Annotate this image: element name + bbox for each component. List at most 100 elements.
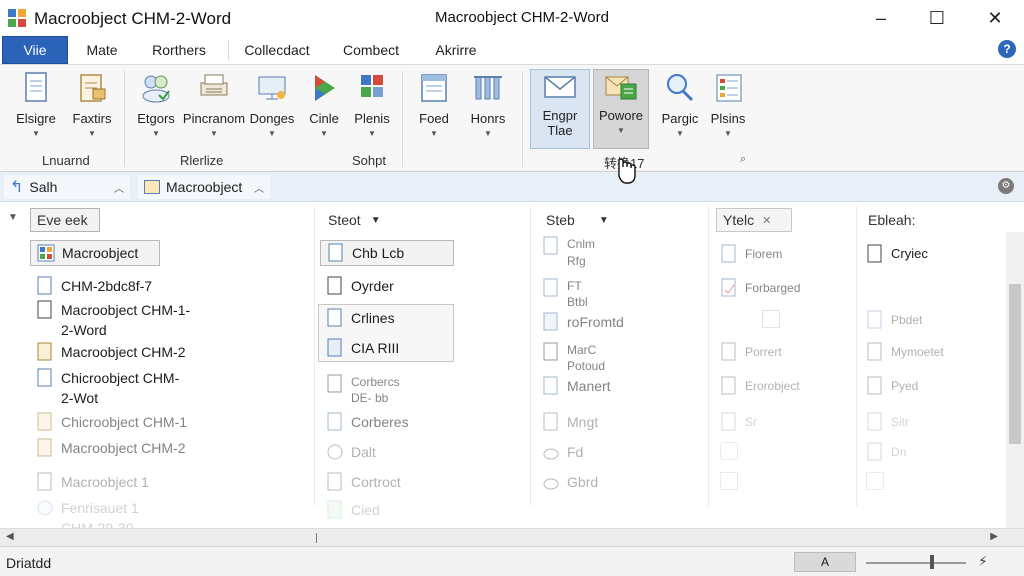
list-item[interactable]: Cied — [326, 500, 380, 520]
status-text: Driatdd — [6, 555, 52, 571]
vertical-scrollbar[interactable] — [1006, 232, 1024, 528]
ribbon-button-faxtirs[interactable]: Faxtirs ▼ — [64, 69, 120, 149]
list-item[interactable]: Macroobject CHM-1- 2-Word — [36, 300, 190, 340]
list-item[interactable]: Fenrisauet 1 CHM-29-30 — [36, 498, 139, 528]
list-item[interactable]: CIA RIII — [326, 338, 399, 358]
ribbon-button-elsigre[interactable]: Elsigre ▼ — [8, 69, 64, 149]
list-item[interactable]: Cnlm Rfg — [542, 236, 595, 270]
checkbox[interactable] — [762, 310, 780, 328]
horizontal-scrollbar[interactable]: ◀ ▶ — [0, 528, 1024, 546]
list-item[interactable]: Pbdet — [866, 310, 922, 330]
ribbon-button-foed[interactable]: Foed ▼ — [406, 69, 462, 149]
list-item[interactable]: Macroobject CHM-2 — [36, 438, 185, 458]
list-item[interactable]: Chicroobject CHM-1 — [36, 412, 187, 432]
list-item[interactable]: Porrert — [720, 342, 782, 362]
list-item[interactable]: Chicroobject CHM- 2-Wot — [36, 368, 179, 408]
list-item[interactable]: MarC Potoud — [542, 342, 605, 374]
group-label-1: Lnuarnd — [42, 153, 90, 168]
cloud-icon — [543, 448, 559, 460]
column-header-3[interactable]: Steb ▼ — [546, 208, 609, 232]
globe-icon — [37, 500, 53, 516]
zoom-slider[interactable] — [866, 562, 966, 564]
zoom-slider-thumb[interactable] — [930, 555, 934, 569]
document-icon — [867, 376, 882, 395]
list-item[interactable]: Fd — [542, 442, 583, 462]
scroll-right-icon[interactable]: ▶ — [990, 531, 998, 542]
app-file-icon — [37, 244, 55, 262]
list-item[interactable]: Cryiec — [866, 244, 928, 264]
ribbon-button-honrs[interactable]: Honrs ▼ — [460, 69, 516, 149]
list-item[interactable]: Macroobject 1 — [36, 472, 149, 492]
list-item[interactable]: Erorobject — [720, 376, 800, 396]
document-icon — [867, 244, 882, 263]
tab-rorthers[interactable]: Rorthers — [140, 36, 218, 64]
document-icon — [543, 236, 558, 255]
list-item[interactable]: Fiorem — [720, 244, 782, 264]
list-item[interactable]: Sr — [720, 412, 757, 432]
list-item[interactable]: Crlines — [326, 308, 395, 328]
list-item[interactable]: Oyrder — [326, 276, 394, 296]
list-item[interactable]: Corbercs DE- bb — [326, 374, 400, 406]
list-item[interactable]: Mymoetet — [866, 342, 944, 362]
breadcrumb-item-macroobject[interactable]: Macroobject ︿ — [138, 175, 270, 199]
list-item[interactable]: Manert — [542, 376, 611, 396]
zoom-icon[interactable]: ⚡ — [978, 553, 988, 570]
column-header-2[interactable]: Steot ▼ — [328, 208, 381, 232]
list-item[interactable]: CHM-2bdc8f-7 — [36, 276, 152, 296]
list-item[interactable]: roFromtd — [542, 312, 624, 332]
ribbon-button-etgors[interactable]: Etgors ▼ — [128, 69, 184, 149]
title-bar: Macroobject CHM-2-Word Macroobject CHM-2… — [0, 0, 1024, 36]
file-list: ▼ Eve eek Steot ▼ Steb ▼ Ytelc ✕ Ebleah: Ma… — [0, 202, 1024, 528]
list-item[interactable]: Gbrd — [542, 472, 598, 492]
window-title: Macroobject CHM-2-Word — [34, 9, 232, 28]
group-launcher-icon[interactable]: ⌕ — [740, 153, 746, 166]
tab-file[interactable]: Viie — [2, 36, 68, 64]
chevron-up-icon: ︿ — [254, 183, 264, 195]
help-icon[interactable]: ? — [998, 40, 1016, 58]
column-header-5[interactable]: Ebleah: — [868, 208, 915, 232]
list-item[interactable]: Mngt — [542, 412, 598, 432]
list-item[interactable]: Sitr — [866, 412, 909, 432]
minimize-button[interactable]: – — [866, 6, 896, 30]
list-item[interactable]: Dn — [866, 442, 906, 462]
document-icon — [866, 472, 884, 490]
list-item[interactable]: Dalt — [326, 442, 376, 462]
tab-mate[interactable]: Mate — [74, 36, 130, 64]
ribbon-button-plenis[interactable]: Plenis ▼ — [344, 69, 400, 149]
list-item[interactable]: Cortroct — [326, 472, 401, 492]
column-header-1[interactable]: Eve eek — [30, 208, 100, 232]
maximize-button[interactable]: ☐ — [922, 6, 952, 30]
settings-icon[interactable]: ⚙ — [998, 178, 1014, 194]
column-header-4[interactable]: Ytelc ✕ — [716, 208, 792, 232]
list-item[interactable]: Pyed — [866, 376, 918, 396]
convert-icon — [605, 76, 637, 100]
tab-combect[interactable]: Combect — [330, 36, 412, 64]
view-mode-button[interactable]: A — [794, 552, 856, 572]
list-item[interactable]: Macroobject CHM-2 — [36, 342, 185, 362]
folder-icon — [720, 442, 738, 460]
column-menu-icon[interactable]: ▼ — [8, 212, 18, 223]
scroll-left-icon[interactable]: ◀ — [6, 531, 14, 542]
list-item[interactable]: Corberes — [326, 412, 409, 432]
tab-akrirre[interactable]: Akrirre — [420, 36, 492, 64]
list-icon — [716, 74, 742, 102]
breadcrumb-item-salh[interactable]: ↰ Salh ︿ — [4, 175, 130, 199]
monitor-icon — [258, 76, 286, 100]
ribbon-button-plsins[interactable]: Plsins ▼ — [700, 69, 756, 149]
list-item[interactable]: Chb Lcb — [320, 240, 454, 266]
tab-collecdact[interactable]: Collecdact — [232, 36, 322, 64]
magnifier-icon — [667, 74, 694, 102]
list-item[interactable]: Macroobject — [30, 240, 160, 266]
scrollbar-grip[interactable] — [316, 533, 317, 543]
ribbon-button-engpr[interactable]: Engpr Tlae — [530, 69, 590, 149]
document-icon — [328, 243, 343, 262]
ribbon-button-pincranom[interactable]: Pincranom ▼ — [182, 69, 246, 149]
close-button[interactable]: ✕ — [980, 6, 1010, 30]
document-icon — [721, 244, 736, 263]
list-item[interactable]: FT Btbl — [542, 278, 588, 310]
vertical-scrollbar-thumb[interactable] — [1009, 284, 1021, 444]
ribbon-button-powore[interactable]: Powore ▼ — [593, 69, 649, 149]
list-item[interactable]: Forbarged — [720, 278, 800, 298]
ribbon-button-donges[interactable]: Donges ▼ — [244, 69, 300, 149]
document-icon — [543, 278, 558, 297]
